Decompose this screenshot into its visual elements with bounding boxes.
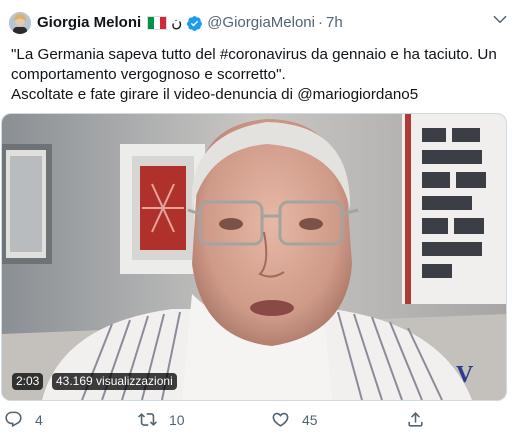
arabic-mark: ن — [171, 14, 183, 31]
heart-icon — [272, 412, 289, 427]
tweet-text: "La Germania sapeva tutto del #coronavir… — [11, 45, 511, 105]
video-player[interactable]: V 2:03 43.169 visualizzazioni — [1, 113, 507, 401]
tweet-card[interactable]: Giorgia Meloni ن @GiorgiaMeloni · 7h "La… — [0, 0, 521, 448]
chevron-down-icon[interactable] — [491, 10, 509, 28]
author-name[interactable]: Giorgia Meloni — [37, 13, 141, 33]
video-frame: V — [2, 114, 506, 400]
author-handle[interactable]: @GiorgiaMeloni — [207, 13, 315, 33]
author-avatar[interactable] — [9, 12, 31, 34]
italy-flag-icon — [147, 16, 168, 30]
video-views: 43.169 visualizzazioni — [52, 373, 177, 390]
like-count: 45 — [302, 411, 318, 428]
verified-badge-icon — [187, 15, 203, 31]
retweet-icon — [138, 413, 157, 426]
reply-button[interactable]: 4 — [4, 410, 43, 429]
channel-watermark: V — [456, 362, 474, 388]
tweet-actions: 4 10 45 — [0, 410, 521, 438]
tweet-text-part: Ascoltate e fate girare il video-denunci… — [11, 86, 298, 103]
reply-count: 4 — [35, 411, 43, 428]
tweet-header: Giorgia Meloni ن @GiorgiaMeloni · 7h — [37, 13, 343, 33]
retweet-button[interactable]: 10 — [138, 410, 185, 429]
mention-link[interactable]: @mariogiordano5 — [297, 86, 418, 103]
tweet-text-part: "La Germania sapeva tutto del — [11, 46, 220, 63]
tweet-timestamp[interactable]: 7h — [326, 13, 343, 33]
reply-icon — [5, 411, 22, 428]
share-icon — [408, 412, 423, 427]
share-button[interactable] — [406, 410, 437, 429]
hashtag-coronavirus[interactable]: #coronavirus — [220, 46, 307, 63]
header-separator: · — [317, 14, 323, 31]
retweet-count: 10 — [169, 411, 185, 428]
like-button[interactable]: 45 — [271, 410, 318, 429]
video-duration: 2:03 — [12, 373, 44, 390]
